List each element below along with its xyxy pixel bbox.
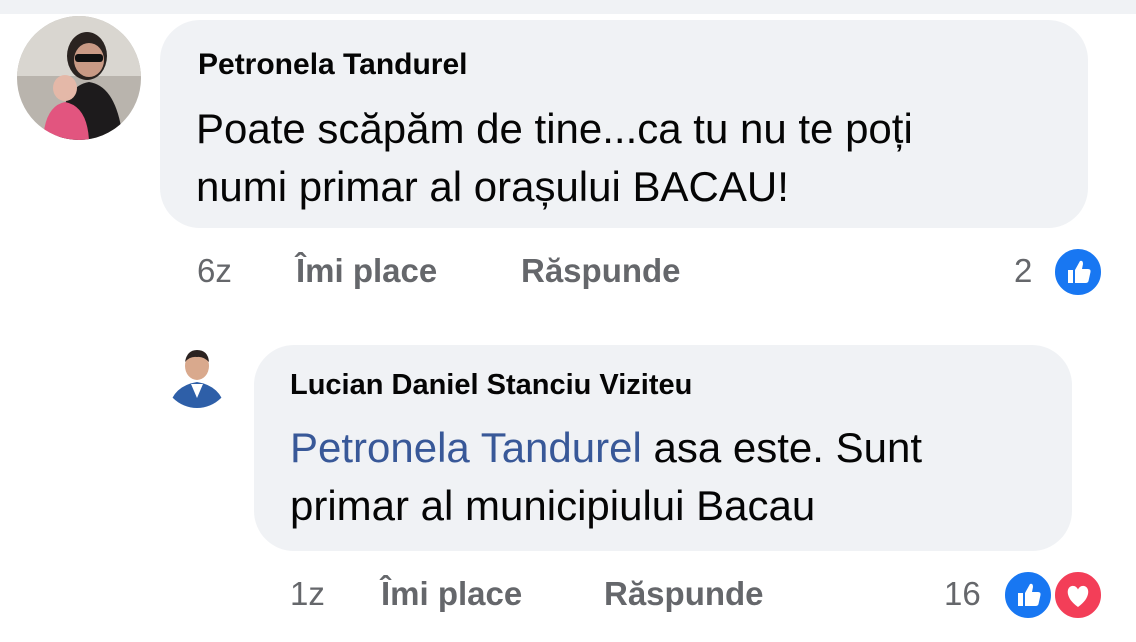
comment-text: Poate scăpăm de tine...ca tu nu te poți …: [196, 100, 913, 216]
comment-timestamp[interactable]: 6z: [197, 252, 232, 290]
like-icon[interactable]: [1052, 246, 1104, 298]
comment-author[interactable]: Lucian Daniel Stanciu Viziteu: [290, 369, 692, 402]
comment-text-line: numi primar al orașului BACAU!: [196, 163, 789, 210]
comment-timestamp[interactable]: 1z: [290, 575, 325, 613]
reaction-count[interactable]: 2: [1014, 252, 1032, 290]
top-divider: [0, 0, 1136, 14]
mention-link[interactable]: Petronela Tandurel: [290, 424, 642, 471]
avatar[interactable]: [17, 16, 141, 140]
comment-author[interactable]: Petronela Tandurel: [198, 48, 468, 82]
reply-button[interactable]: Răspunde: [521, 252, 681, 290]
reply-button[interactable]: Răspunde: [604, 575, 764, 613]
comment-text-line: Poate scăpăm de tine...ca tu nu te poți: [196, 105, 913, 152]
comment-thread: Petronela Tandurel Poate scăpăm de tine.…: [0, 0, 1136, 642]
comment-bubble: Petronela Tandurel Poate scăpăm de tine.…: [160, 20, 1088, 228]
like-button[interactable]: Îmi place: [296, 252, 437, 290]
comment-text-span: asa este. Sunt: [641, 424, 922, 471]
comment-bubble: Lucian Daniel Stanciu Viziteu Petronela …: [254, 345, 1072, 551]
comment-text-line: Petronela Tandurel asa este. Sunt: [290, 419, 922, 477]
comment-text-line: primar al municipiului Bacau: [290, 482, 816, 529]
comment-text: Petronela Tandurel asa este. Sunt primar…: [290, 419, 922, 535]
love-icon[interactable]: [1052, 569, 1104, 621]
avatar[interactable]: [163, 340, 231, 408]
like-button[interactable]: Îmi place: [381, 575, 522, 613]
like-icon[interactable]: [1002, 569, 1054, 621]
reaction-count[interactable]: 16: [944, 575, 981, 613]
